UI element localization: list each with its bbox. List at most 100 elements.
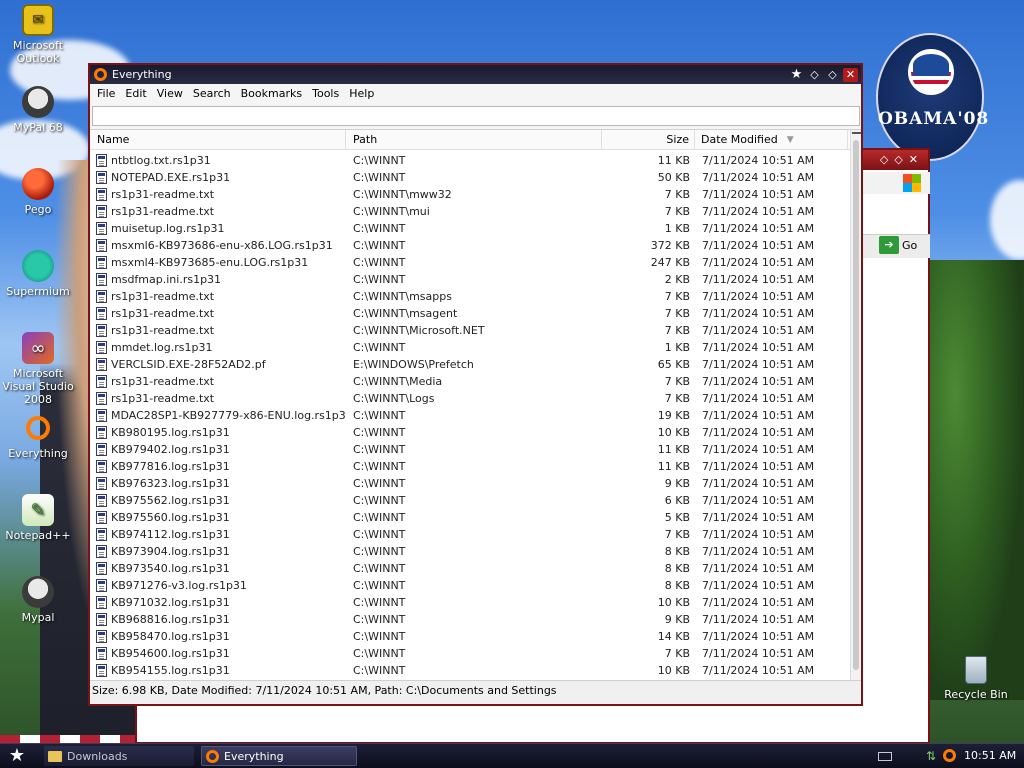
table-row[interactable]: NOTEPAD.EXE.rs1p31 C:\WINNT 50 KB 7/11/2024… <box>90 169 850 186</box>
row-name-cell: muisetup.log.rs1p31 <box>90 222 346 235</box>
vertical-scrollbar[interactable] <box>850 130 861 680</box>
table-row[interactable]: KB958470.log.rs1p31 C:\WINNT 14 KB 7/11/202… <box>90 628 850 645</box>
minimize-button[interactable]: ◇ <box>807 68 822 82</box>
status-bar: Size: 6.98 KB, Date Modified: 7/11/2024 … <box>90 680 861 700</box>
table-row[interactable]: rs1p31-readme.txt C:\WINNT\Microsoft.NET 7… <box>90 322 850 339</box>
row-name: KB980195.log.rs1p31 <box>111 426 230 439</box>
table-row[interactable]: muisetup.log.rs1p31 C:\WINNT 1 KB 7/11/2024… <box>90 220 850 237</box>
go-button[interactable]: Go <box>902 239 917 252</box>
table-row[interactable]: mmdet.log.rs1p31 C:\WINNT 1 KB 7/11/2024 10… <box>90 339 850 356</box>
go-arrow-icon[interactable]: ➔ <box>879 236 899 254</box>
table-row[interactable]: ntbtlog.txt.rs1p31 C:\WINNT 11 KB 7/11/2024… <box>90 152 850 169</box>
desktop-icon-everything[interactable]: Everything <box>0 412 76 460</box>
table-row[interactable]: KB976323.log.rs1p31 C:\WINNT 9 KB 7/11/2024… <box>90 475 850 492</box>
menu-bookmarks[interactable]: Bookmarks <box>236 87 307 100</box>
menu-tools[interactable]: Tools <box>307 87 344 100</box>
desktop-icon-notepadpp[interactable]: ✎ Notepad++ <box>0 494 76 542</box>
row-date: 7/11/2024 10:51 AM <box>702 596 815 609</box>
everything-window[interactable]: Everything ★ ◇ ◇ ✕ File Edit View Search… <box>88 63 863 706</box>
everything-icon <box>206 749 219 763</box>
table-row[interactable]: rs1p31-readme.txt C:\WINNT\mui 7 KB 7/11/20… <box>90 203 850 220</box>
table-row[interactable]: msdfmap.ini.rs1p31 C:\WINNT 2 KB 7/11/2024 … <box>90 271 850 288</box>
row-date: 7/11/2024 10:51 AM <box>702 307 815 320</box>
table-row[interactable]: KB975562.log.rs1p31 C:\WINNT 6 KB 7/11/2024… <box>90 492 850 509</box>
table-row[interactable]: MDAC28SP1-KB927779-x86-ENU.log.rs1p31 C:\… <box>90 407 850 424</box>
table-row[interactable]: rs1p31-readme.txt C:\WINNT\Media 7 KB 7/11/… <box>90 373 850 390</box>
table-row[interactable]: KB971276-v3.log.rs1p31 C:\WINNT 8 KB 7/11/2… <box>90 577 850 594</box>
supermium-icon <box>22 250 54 282</box>
desktop-icon-label: MyPal 68 <box>13 121 63 134</box>
table-row[interactable]: KB979402.log.rs1p31 C:\WINNT 11 KB 7/11/202… <box>90 441 850 458</box>
table-row[interactable]: KB977816.log.rs1p31 C:\WINNT 11 KB 7/11/202… <box>90 458 850 475</box>
file-icon <box>96 494 107 507</box>
star-icon[interactable]: ★ <box>789 67 804 82</box>
row-size: 11 KB <box>657 460 690 473</box>
desktop-icon-mypal[interactable]: Mypal <box>0 576 76 624</box>
desktop-icon-mypal68[interactable]: MyPal 68 <box>0 86 76 134</box>
row-size: 7 KB <box>664 307 690 320</box>
campaign-badge: OBAMA'08 <box>876 33 988 161</box>
row-date: 7/11/2024 10:51 AM <box>702 188 815 201</box>
file-icon <box>96 664 107 677</box>
start-button[interactable]: ★ <box>6 746 28 766</box>
scrollbar-thumb[interactable] <box>853 140 859 670</box>
row-name-cell: KB954600.log.rs1p31 <box>90 647 346 660</box>
row-name-cell: VERCLSID.EXE-28F52AD2.pf <box>90 358 346 371</box>
table-row[interactable]: KB980195.log.rs1p31 C:\WINNT 10 KB 7/11/202… <box>90 424 850 441</box>
row-name: msxml4-KB973685-enu.LOG.rs1p31 <box>111 256 309 269</box>
table-row[interactable]: msxml6-KB973686-enu-x86.LOG.rs1p31 C:\WIN… <box>90 237 850 254</box>
table-row[interactable]: KB971032.log.rs1p31 C:\WINNT 10 KB 7/11/202… <box>90 594 850 611</box>
table-row[interactable]: rs1p31-readme.txt C:\WINNT\mww32 7 KB 7/11/… <box>90 186 850 203</box>
search-input[interactable] <box>92 106 860 126</box>
column-size[interactable]: Size <box>602 130 695 150</box>
table-row[interactable]: KB954155.log.rs1p31 C:\WINNT 10 KB 7/11/202… <box>90 662 850 679</box>
menu-edit[interactable]: Edit <box>120 87 151 100</box>
desktop-icon-recycle-bin[interactable]: Recycle Bin <box>944 656 1008 701</box>
table-row[interactable]: rs1p31-readme.txt C:\WINNT\msagent 7 KB 7/1… <box>90 305 850 322</box>
close-button[interactable]: ✕ <box>843 67 858 82</box>
desktop-icon-supermium[interactable]: Supermium <box>0 250 76 298</box>
taskbar-item-everything[interactable]: Everything <box>201 746 357 766</box>
table-row[interactable]: rs1p31-readme.txt C:\WINNT\Logs 7 KB 7/11/2… <box>90 390 850 407</box>
visual-studio-icon: ∞ <box>22 332 54 364</box>
menu-search[interactable]: Search <box>188 87 236 100</box>
window-titlebar[interactable]: Everything ★ ◇ ◇ ✕ <box>90 65 861 84</box>
row-date: 7/11/2024 10:51 AM <box>702 528 815 541</box>
column-name[interactable]: Name <box>90 130 346 150</box>
column-path[interactable]: Path <box>346 130 602 150</box>
table-row[interactable]: KB954600.log.rs1p31 C:\WINNT 7 KB 7/11/2024… <box>90 645 850 662</box>
keyboard-icon[interactable] <box>878 752 892 761</box>
taskbar-clock[interactable]: 10:51 AM <box>964 749 1016 762</box>
file-icon <box>96 171 107 184</box>
row-path: C:\WINNT <box>353 443 406 456</box>
file-icon <box>96 205 107 218</box>
menu-help[interactable]: Help <box>344 87 379 100</box>
table-row[interactable]: KB973904.log.rs1p31 C:\WINNT 8 KB 7/11/2024… <box>90 543 850 560</box>
table-row[interactable]: KB975560.log.rs1p31 C:\WINNT 5 KB 7/11/2024… <box>90 509 850 526</box>
window-buttons[interactable]: ◇◇✕ <box>880 153 924 166</box>
row-name: rs1p31-readme.txt <box>111 324 215 337</box>
menu-file[interactable]: File <box>92 87 120 100</box>
row-name-cell: rs1p31-readme.txt <box>90 205 346 218</box>
row-path: C:\WINNT <box>353 596 406 609</box>
row-name: KB973540.log.rs1p31 <box>111 562 230 575</box>
taskbar-item-downloads[interactable]: Downloads <box>44 746 194 766</box>
desktop-icon-visual-studio[interactable]: ∞ Microsoft Visual Studio 2008 <box>0 332 76 406</box>
table-row[interactable]: msxml4-KB973685-enu.LOG.rs1p31 C:\WINNT 24… <box>90 254 850 271</box>
results-list[interactable]: Name Path Size Date Modified ▼ ntbtlog.tx… <box>90 129 861 680</box>
maximize-button[interactable]: ◇ <box>825 68 840 82</box>
column-date-modified[interactable]: Date Modified ▼ <box>695 130 848 150</box>
file-icon <box>96 290 107 303</box>
row-size: 7 KB <box>664 205 690 218</box>
table-row[interactable]: KB974112.log.rs1p31 C:\WINNT 7 KB 7/11/2024… <box>90 526 850 543</box>
menu-view[interactable]: View <box>152 87 188 100</box>
network-icon[interactable]: ⇅ <box>926 749 936 763</box>
table-row[interactable]: VERCLSID.EXE-28F52AD2.pf E:\WINDOWS\Prefe… <box>90 356 850 373</box>
everything-tray-icon[interactable] <box>943 749 956 762</box>
desktop-icon-pego[interactable]: Pego <box>0 168 76 216</box>
table-row[interactable]: KB973540.log.rs1p31 C:\WINNT 8 KB 7/11/2024… <box>90 560 850 577</box>
desktop-icon-outlook[interactable]: ✉ Microsoft Outlook <box>0 4 76 65</box>
table-row[interactable]: KB968816.log.rs1p31 C:\WINNT 9 KB 7/11/2024… <box>90 611 850 628</box>
table-row[interactable]: rs1p31-readme.txt C:\WINNT\msapps 7 KB 7/11… <box>90 288 850 305</box>
desktop-icon-label: Supermium <box>6 285 70 298</box>
